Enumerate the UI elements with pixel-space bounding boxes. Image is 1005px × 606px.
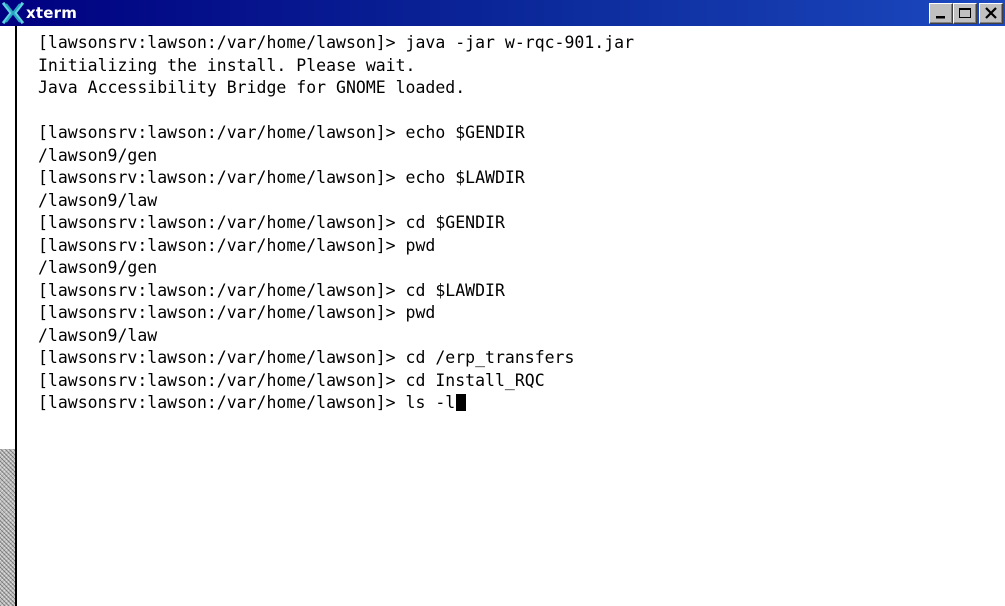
terminal-line: /lawson9/law <box>38 325 998 348</box>
terminal-line: /lawson9/law <box>38 190 998 213</box>
terminal-line-text: [lawsonsrv:lawson:/var/home/lawson]> cd … <box>38 370 545 390</box>
terminal-line-text: [lawsonsrv:lawson:/var/home/lawson]> ech… <box>38 123 525 142</box>
text-cursor <box>456 394 467 411</box>
terminal-line: [lawsonsrv:lawson:/var/home/lawson]> cd … <box>38 347 998 370</box>
minimize-icon <box>936 16 945 19</box>
terminal-line: Java Accessibility Bridge for GNOME load… <box>38 77 998 100</box>
terminal-line-text: /lawson9/law <box>38 325 158 345</box>
terminal-line: [lawsonsrv:lawson:/var/home/lawson]> ech… <box>38 167 998 190</box>
minimize-button[interactable] <box>929 3 953 24</box>
terminal-line-text: [lawsonsrv:lawson:/var/home/lawson]> ech… <box>38 168 525 187</box>
terminal-line: [lawsonsrv:lawson:/var/home/lawson]> cd … <box>38 280 998 303</box>
xterm-x-icon <box>1 1 25 25</box>
terminal-line-text: /lawson9/law <box>38 190 158 210</box>
title-bar[interactable]: xterm <box>0 0 1005 26</box>
terminal-line: [lawsonsrv:lawson:/var/home/lawson]> jav… <box>38 32 998 55</box>
terminal-line: [lawsonsrv:lawson:/var/home/lawson]> pwd <box>38 235 998 258</box>
terminal-line-text: [lawsonsrv:lawson:/var/home/lawson]> cd … <box>38 280 505 300</box>
terminal-line-text: [lawsonsrv:lawson:/var/home/lawson]> cd … <box>38 348 575 367</box>
close-icon <box>985 7 997 19</box>
terminal-line: [lawsonsrv:lawson:/var/home/lawson]> cd … <box>38 212 998 235</box>
terminal-line: /lawson9/gen <box>38 145 998 168</box>
terminal-line-text: [lawsonsrv:lawson:/var/home/lawson]> pwd <box>38 235 436 255</box>
terminal-line-text: Java Accessibility Bridge for GNOME load… <box>38 78 466 97</box>
terminal-line: /lawson9/gen <box>38 257 998 280</box>
close-button[interactable] <box>979 3 1003 24</box>
terminal-line-text: [lawsonsrv:lawson:/var/home/lawson]> pwd <box>38 303 436 322</box>
xterm-window: xterm [lawsonsrv:lawson:/var/home/lawson… <box>0 0 1005 606</box>
maximize-button[interactable] <box>953 3 977 24</box>
terminal-line: [lawsonsrv:lawson:/var/home/lawson]> pwd <box>38 302 998 325</box>
terminal-line-text: [lawsonsrv:lawson:/var/home/lawson]> cd … <box>38 213 505 232</box>
terminal-border <box>16 26 17 606</box>
terminal-line: [lawsonsrv:lawson:/var/home/lawson]> ech… <box>38 122 998 145</box>
terminal-line-text: Initializing the install. Please wait. <box>38 55 416 75</box>
terminal-line: [lawsonsrv:lawson:/var/home/lawson]> ls … <box>38 392 998 415</box>
terminal-line-text: /lawson9/gen <box>38 258 158 277</box>
terminal-line-text: [lawsonsrv:lawson:/var/home/lawson]> jav… <box>38 33 635 52</box>
window-controls <box>929 3 1003 24</box>
window-title: xterm <box>26 4 78 22</box>
terminal-line-text: /lawson9/gen <box>38 145 158 165</box>
maximize-icon <box>959 8 971 18</box>
scrollbar[interactable] <box>0 26 16 606</box>
scrollbar-thumb[interactable] <box>0 449 15 606</box>
terminal-line-text: [lawsonsrv:lawson:/var/home/lawson]> ls … <box>38 393 456 412</box>
terminal-line: Initializing the install. Please wait. <box>38 55 998 78</box>
terminal-output[interactable]: [lawsonsrv:lawson:/var/home/lawson]> jav… <box>38 32 998 602</box>
terminal-line: [lawsonsrv:lawson:/var/home/lawson]> cd … <box>38 370 998 393</box>
